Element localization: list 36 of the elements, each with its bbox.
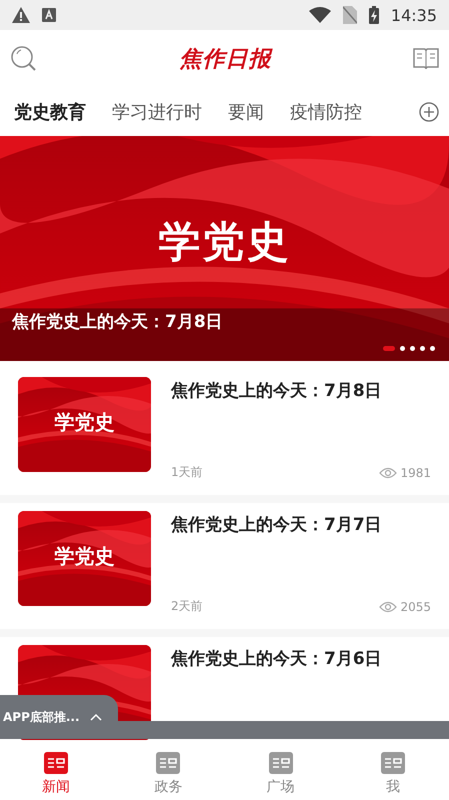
no-sim-icon <box>342 6 357 24</box>
article-title[interactable]: 焦作党史上的今天：7月8日 <box>171 379 431 402</box>
warning-icon <box>12 7 30 23</box>
logo: 焦作日报 <box>180 45 272 74</box>
nav-tab[interactable]: 政务 <box>112 740 224 800</box>
article-title[interactable]: 焦作党史上的今天：7月6日 <box>171 647 431 670</box>
thumbnail-text: 学党史 <box>54 409 116 436</box>
view-count: 2055 <box>400 600 431 614</box>
news-icon <box>156 752 180 774</box>
book-icon[interactable] <box>413 47 439 71</box>
nav-tab[interactable]: 新闻 <box>0 740 112 800</box>
news-icon <box>268 752 293 774</box>
eye-icon <box>379 600 398 612</box>
keyboard-a-icon <box>42 8 56 22</box>
category-tab[interactable]: 学习进行时 <box>112 100 202 124</box>
eye-icon <box>379 466 398 478</box>
clock-time: 14:35 <box>390 6 437 24</box>
thumbnail-text: 学党史 <box>54 543 116 570</box>
category-tab[interactable]: 党史教育 <box>14 100 86 124</box>
battery-icon <box>368 6 379 24</box>
article-time: 2天前 <box>171 598 203 615</box>
view-count: 1981 <box>400 466 431 480</box>
promo-tab[interactable]: APP底部推... <box>0 695 118 739</box>
news-icon <box>44 752 68 774</box>
nav-tab[interactable]: 我 <box>336 740 449 800</box>
category-tab[interactable]: 要闻 <box>228 100 264 124</box>
news-icon <box>380 752 405 774</box>
article-time: 1天前 <box>171 464 203 481</box>
add-icon[interactable] <box>419 102 439 122</box>
nav-tab[interactable]: 广场 <box>224 740 337 800</box>
article-title[interactable]: 焦作党史上的今天：7月7日 <box>171 513 431 536</box>
category-tab[interactable]: 疫情防控 <box>290 100 362 124</box>
banner-headline: 学党史 <box>158 216 292 268</box>
search-icon[interactable] <box>10 45 38 73</box>
wifi-icon <box>308 7 331 23</box>
chevron-up-icon <box>90 713 102 721</box>
